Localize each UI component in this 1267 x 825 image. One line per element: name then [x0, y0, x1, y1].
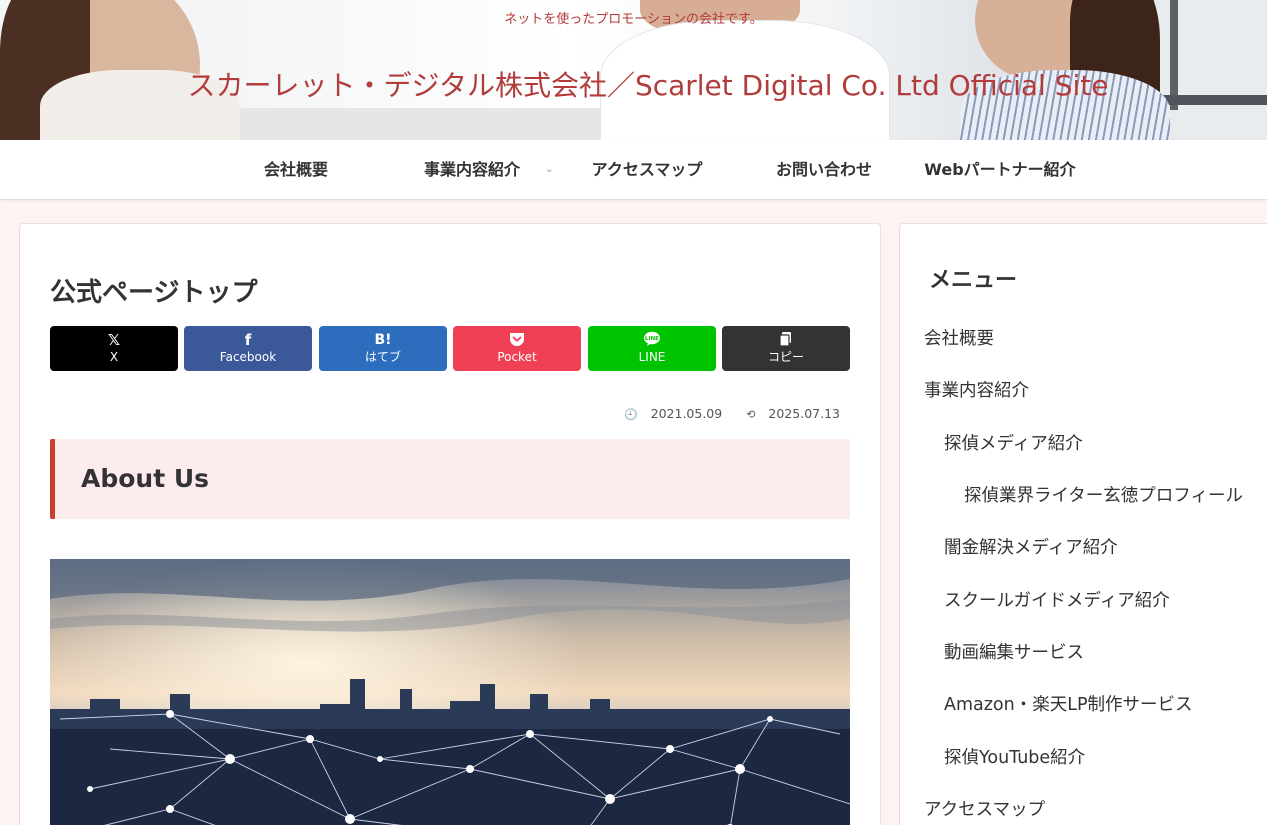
x-logo-icon: 𝕏: [107, 331, 121, 349]
sidebar-item-amazon-rakuten-lp[interactable]: Amazon・楽天LP制作サービス: [944, 691, 1193, 716]
share-button-label: Facebook: [219, 350, 277, 364]
sidebar-item-company[interactable]: 会社概要: [924, 325, 994, 350]
share-button-label: Pocket: [497, 350, 537, 364]
clock-icon: 🕘: [623, 408, 638, 421]
pocket-icon: [508, 331, 526, 349]
share-button-label: X: [109, 350, 119, 364]
sidebar-item-detective-youtube[interactable]: 探偵YouTube紹介: [944, 744, 1085, 769]
chevron-down-icon: ⌄: [545, 164, 554, 175]
share-button-label: LINE: [638, 350, 666, 364]
share-button-label: はてブ: [364, 350, 401, 364]
nav-item-contact[interactable]: お問い合わせ: [760, 140, 888, 200]
share-button-hatena[interactable]: B! はてブ: [319, 326, 447, 371]
sidebar-item-detective-media[interactable]: 探偵メディア紹介: [944, 430, 1083, 455]
sidebar-item-writer-profile[interactable]: 探偵業界ライター玄徳プロフィール: [964, 482, 1243, 507]
sidebar-item-loan-media[interactable]: 闇金解決メディア紹介: [944, 534, 1118, 559]
published-date-value: 2021.05.09: [650, 406, 723, 421]
share-button-label: コピー: [767, 350, 804, 364]
section-heading-box: About Us: [50, 439, 850, 519]
main-article-card: 公式ページトップ 𝕏 X f Facebook B! はてブ Pocket LI…: [19, 223, 881, 825]
updated-date: ⟲ 2025.07.13: [736, 406, 840, 421]
site-header: ネットを使ったプロモーションの会社です。 スカーレット・デジタル株式会社／Sca…: [0, 0, 1267, 140]
facebook-icon: f: [244, 331, 252, 349]
nav-item-access-map[interactable]: アクセスマップ: [578, 140, 716, 200]
share-button-pocket[interactable]: Pocket: [453, 326, 581, 371]
line-icon: LINE: [643, 331, 661, 349]
nav-item-services[interactable]: 事業内容紹介: [406, 140, 538, 200]
sidebar-menu-card: メニュー 会社概要 事業内容紹介 探偵メディア紹介 探偵業界ライター玄徳プロフィ…: [899, 223, 1267, 825]
share-button-copy[interactable]: コピー: [722, 326, 850, 371]
updated-date-value: 2025.07.13: [768, 406, 840, 421]
sidebar-item-access-map[interactable]: アクセスマップ: [924, 796, 1045, 821]
share-button-line[interactable]: LINE LINE: [588, 326, 716, 371]
site-tagline: ネットを使ったプロモーションの会社です。: [504, 12, 763, 27]
nav-item-web-partners[interactable]: Webパートナー紹介: [920, 140, 1080, 200]
sidebar-title: メニュー: [929, 268, 1018, 293]
hatena-bookmark-icon: B!: [374, 332, 392, 348]
sidebar-item-services[interactable]: 事業内容紹介: [924, 377, 1029, 402]
hero-city-network-image: [50, 559, 850, 825]
nav-item-company[interactable]: 会社概要: [230, 140, 362, 200]
section-heading: About Us: [81, 464, 210, 493]
share-buttons: 𝕏 X f Facebook B! はてブ Pocket LINE LINE コ…: [50, 326, 850, 372]
share-button-facebook[interactable]: f Facebook: [184, 326, 312, 371]
site-title[interactable]: スカーレット・デジタル株式会社／Scarlet Digital Co. Ltd …: [0, 64, 1267, 104]
share-button-x[interactable]: 𝕏 X: [50, 326, 178, 371]
copy-icon: [777, 331, 795, 349]
page-title: 公式ページトップ: [50, 278, 258, 308]
global-nav: 会社概要 事業内容紹介 ⌄ アクセスマップ お問い合わせ Webパートナー紹介: [0, 140, 1267, 200]
published-date: 🕘 2021.05.09: [614, 406, 722, 421]
sidebar-item-video-editing[interactable]: 動画編集サービス: [944, 639, 1084, 664]
history-icon: ⟲: [746, 408, 756, 421]
svg-text:LINE: LINE: [645, 336, 659, 342]
sidebar-item-school-guide-media[interactable]: スクールガイドメディア紹介: [944, 587, 1170, 612]
post-dates: 🕘 2021.05.09 ⟲ 2025.07.13: [604, 406, 840, 421]
